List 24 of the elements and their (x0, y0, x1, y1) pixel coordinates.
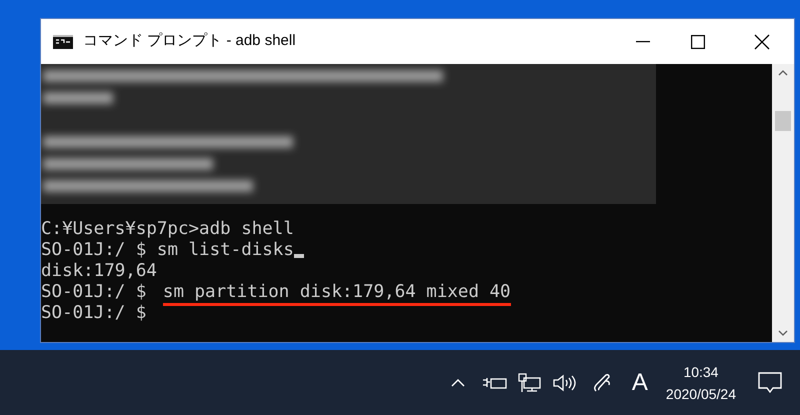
clock-time[interactable]: 10:34 (683, 360, 718, 382)
prompt-text: SO-01J:/ $ (41, 303, 146, 324)
scroll-down-icon[interactable] (778, 330, 788, 336)
console-icon (53, 34, 73, 48)
prompt-text: SO-01J:/ $ (41, 240, 148, 261)
prompt-text: SO-01J:/ $ (41, 282, 148, 303)
close-icon[interactable] (754, 34, 770, 50)
command-text: sm list-disks (156, 240, 294, 261)
ime-indicator[interactable]: A (632, 364, 648, 400)
scroll-thumb[interactable] (775, 110, 791, 130)
speaker-icon[interactable] (552, 374, 576, 392)
notification-icon[interactable] (758, 372, 782, 394)
command-text: adb shell (199, 219, 294, 240)
prompt-text: C:¥Users¥sp7pc> (41, 219, 200, 240)
scroll-up-icon[interactable] (778, 70, 788, 76)
window-title: コマンド プロンプト - adb shell (83, 31, 296, 52)
maximize-icon[interactable] (691, 34, 705, 48)
scrollbar[interactable] (772, 64, 794, 342)
network-icon[interactable] (518, 372, 542, 392)
underlined-command: sm partition disk:179,64 mixed 40 (162, 282, 511, 306)
clock-date[interactable]: 2020/05/24 (666, 382, 736, 404)
output-line: disk:179,64 (41, 261, 157, 282)
minimize-icon[interactable] (636, 40, 650, 42)
chevron-up-icon[interactable] (450, 378, 465, 386)
